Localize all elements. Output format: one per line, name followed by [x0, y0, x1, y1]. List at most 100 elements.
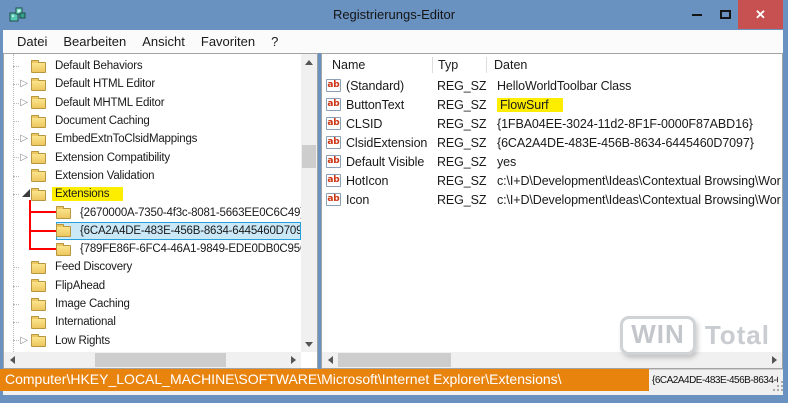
tree-item-body[interactable]: FlipAhead: [31, 277, 301, 295]
tree-item-body[interactable]: Low Rights: [31, 331, 301, 349]
tree-item[interactable]: Document Caching: [4, 112, 301, 130]
tree-item-body[interactable]: Default HTML Editor: [31, 75, 301, 93]
registry-value-row[interactable]: ab Icon REG_SZ c:\I+D\Development\Ideas\Con…: [322, 190, 782, 209]
tree-item-body[interactable]: EmbedExtnToClsidMappings: [31, 130, 301, 148]
tree-item[interactable]: ▷ Default MHTML Editor: [4, 94, 301, 112]
tree-item-body[interactable]: Document Caching: [31, 112, 301, 130]
column-header-typ[interactable]: Typ: [433, 57, 487, 73]
collapse-icon[interactable]: [17, 188, 31, 200]
status-path-key: {6CA2A4DE-483E-456B-8634-6445460D7097}: [652, 375, 778, 386]
scroll-right-icon[interactable]: [285, 352, 301, 368]
folder-icon: [31, 77, 46, 91]
value-name: ButtonText: [346, 97, 405, 112]
maximize-button[interactable]: [712, 0, 738, 29]
tree-item[interactable]: ▷ EmbedExtnToClsidMappings: [4, 130, 301, 148]
folder-icon: [31, 114, 46, 128]
scroll-down-icon[interactable]: [301, 336, 317, 352]
tree-item[interactable]: FlipAhead: [4, 277, 301, 295]
expand-icon[interactable]: ▷: [17, 97, 31, 108]
folder-icon: [31, 132, 46, 146]
value-data: HelloWorldToolbar Class: [497, 78, 632, 93]
scroll-up-icon[interactable]: [301, 54, 317, 70]
string-value-icon: ab: [326, 155, 341, 168]
registry-value-row[interactable]: ab ButtonText REG_SZ FlowSurf: [322, 95, 782, 114]
tree-item-body[interactable]: Feed Discovery: [31, 258, 301, 276]
tree-item[interactable]: Image Caching: [4, 295, 301, 313]
menu-item-datei[interactable]: Datei: [9, 34, 55, 49]
string-value-icon: ab: [326, 79, 341, 92]
tree-item[interactable]: Default Behaviors: [4, 57, 301, 75]
tree-item-body[interactable]: Default MHTML Editor: [31, 94, 301, 112]
tree-item-body[interactable]: {2670000A-7350-4f3c-8081-5663EE0C6C49}: [56, 203, 301, 221]
tree-item-body[interactable]: {789FE86F-6FC4-46A1-9849-EDE0DB0C95CA: [56, 240, 301, 258]
expand-icon[interactable]: ▷: [17, 79, 31, 89]
column-header-name[interactable]: Name: [322, 57, 433, 73]
tree-item[interactable]: {6CA2A4DE-483E-456B-8634-6445460D7097}: [4, 221, 301, 240]
tree-item-label: Extensions: [52, 187, 124, 202]
tree-item-label: Default Behaviors: [55, 60, 143, 73]
folder-icon: [31, 260, 46, 274]
tree-item[interactable]: Extensions: [4, 185, 301, 203]
tree-item-label: {6CA2A4DE-483E-456B-8634-6445460D7097}: [80, 224, 301, 237]
close-button[interactable]: ✕: [738, 0, 783, 29]
registry-value-row[interactable]: ab Default Visible REG_SZ yes: [322, 152, 782, 171]
tree-item-body[interactable]: Image Caching: [31, 295, 301, 313]
value-type: REG_SZ: [437, 78, 487, 93]
scroll-left-icon[interactable]: [4, 352, 20, 368]
column-header-daten[interactable]: Daten: [487, 57, 782, 73]
menu-item-ansicht[interactable]: Ansicht: [134, 34, 193, 49]
tree-item[interactable]: Extension Validation: [4, 167, 301, 185]
registry-editor-window: Registrierungs-Editor ✕ Datei Bearbeiten A…: [0, 0, 788, 403]
tree-item[interactable]: ▷ Default HTML Editor: [4, 75, 301, 93]
folder-icon: [31, 297, 46, 311]
string-value-icon: ab: [326, 136, 341, 149]
tree-item-body[interactable]: International: [31, 313, 301, 331]
tree-item[interactable]: ▷ Extension Compatibility: [4, 148, 301, 166]
tree-item[interactable]: {2670000A-7350-4f3c-8081-5663EE0C6C49}: [4, 203, 301, 221]
registry-value-row[interactable]: ab HotIcon REG_SZ c:\I+D\Development\Ideas\…: [322, 171, 782, 190]
values-pane: Name Typ Daten ab (Standard) REG_SZ HelloWo…: [321, 53, 783, 369]
tree-vertical-scrollbar[interactable]: [301, 54, 317, 352]
registry-value-row[interactable]: ab ClsidExtension REG_SZ {6CA2A4DE-483E-456…: [322, 133, 782, 152]
menu-item-help[interactable]: ?: [263, 34, 286, 49]
vertical-scroll-thumb[interactable]: [302, 145, 316, 168]
value-type: REG_SZ: [437, 116, 487, 131]
tree-item[interactable]: {789FE86F-6FC4-46A1-9849-EDE0DB0C95CA: [4, 240, 301, 258]
scroll-left-icon[interactable]: [322, 352, 338, 368]
horizontal-scroll-thumb[interactable]: [338, 353, 451, 367]
value-type: REG_SZ: [437, 97, 487, 112]
tree-pane: Default Behaviors ▷ Default HTML Editor ▷ De…: [3, 53, 318, 369]
registry-value-row[interactable]: ab (Standard) REG_SZ HelloWorldToolbar Clas…: [322, 76, 782, 95]
horizontal-scroll-thumb[interactable]: [95, 353, 226, 367]
tree-item-body[interactable]: Default Behaviors: [31, 57, 301, 75]
menu-item-favoriten[interactable]: Favoriten: [193, 34, 263, 49]
value-data: yes: [497, 154, 517, 169]
minimize-button[interactable]: [682, 0, 712, 29]
tree-item[interactable]: International: [4, 313, 301, 331]
value-type: REG_SZ: [437, 173, 487, 188]
resize-grip[interactable]: [773, 381, 775, 383]
values-header: Name Typ Daten: [322, 54, 782, 76]
tree-item-body[interactable]: {6CA2A4DE-483E-456B-8634-6445460D7097}: [56, 221, 301, 240]
menu-item-bearbeiten[interactable]: Bearbeiten: [55, 34, 134, 49]
tree-item[interactable]: ▷ Low Rights: [4, 331, 301, 349]
tree-horizontal-scrollbar[interactable]: [4, 352, 301, 368]
tree-item[interactable]: Feed Discovery: [4, 258, 301, 276]
tree-item-label: Document Caching: [55, 115, 150, 128]
registry-value-row[interactable]: ab CLSID REG_SZ {1FBA04EE-3024-11d2-8F1F-00…: [322, 114, 782, 133]
expand-icon[interactable]: ▷: [17, 134, 31, 144]
tree-item-body[interactable]: Extension Compatibility: [31, 148, 301, 166]
tree-item-body[interactable]: Extensions: [31, 185, 301, 203]
value-name: (Standard): [346, 78, 405, 93]
watermark-total-text: Total: [704, 320, 770, 350]
folder-icon: [31, 151, 46, 165]
maximize-icon: [719, 10, 731, 19]
tree-item-body[interactable]: Extension Validation: [31, 167, 301, 185]
expand-icon[interactable]: ▷: [17, 335, 31, 346]
value-name: ClsidExtension: [346, 135, 428, 150]
expand-icon[interactable]: ▷: [17, 152, 31, 163]
close-icon: ✕: [755, 6, 766, 22]
value-data: {6CA2A4DE-483E-456B-8634-6445460D7097}: [497, 135, 754, 150]
tree-item-label: {2670000A-7350-4f3c-8081-5663EE0C6C49}: [80, 206, 301, 219]
tree-item-label: Extension Validation: [55, 169, 155, 182]
